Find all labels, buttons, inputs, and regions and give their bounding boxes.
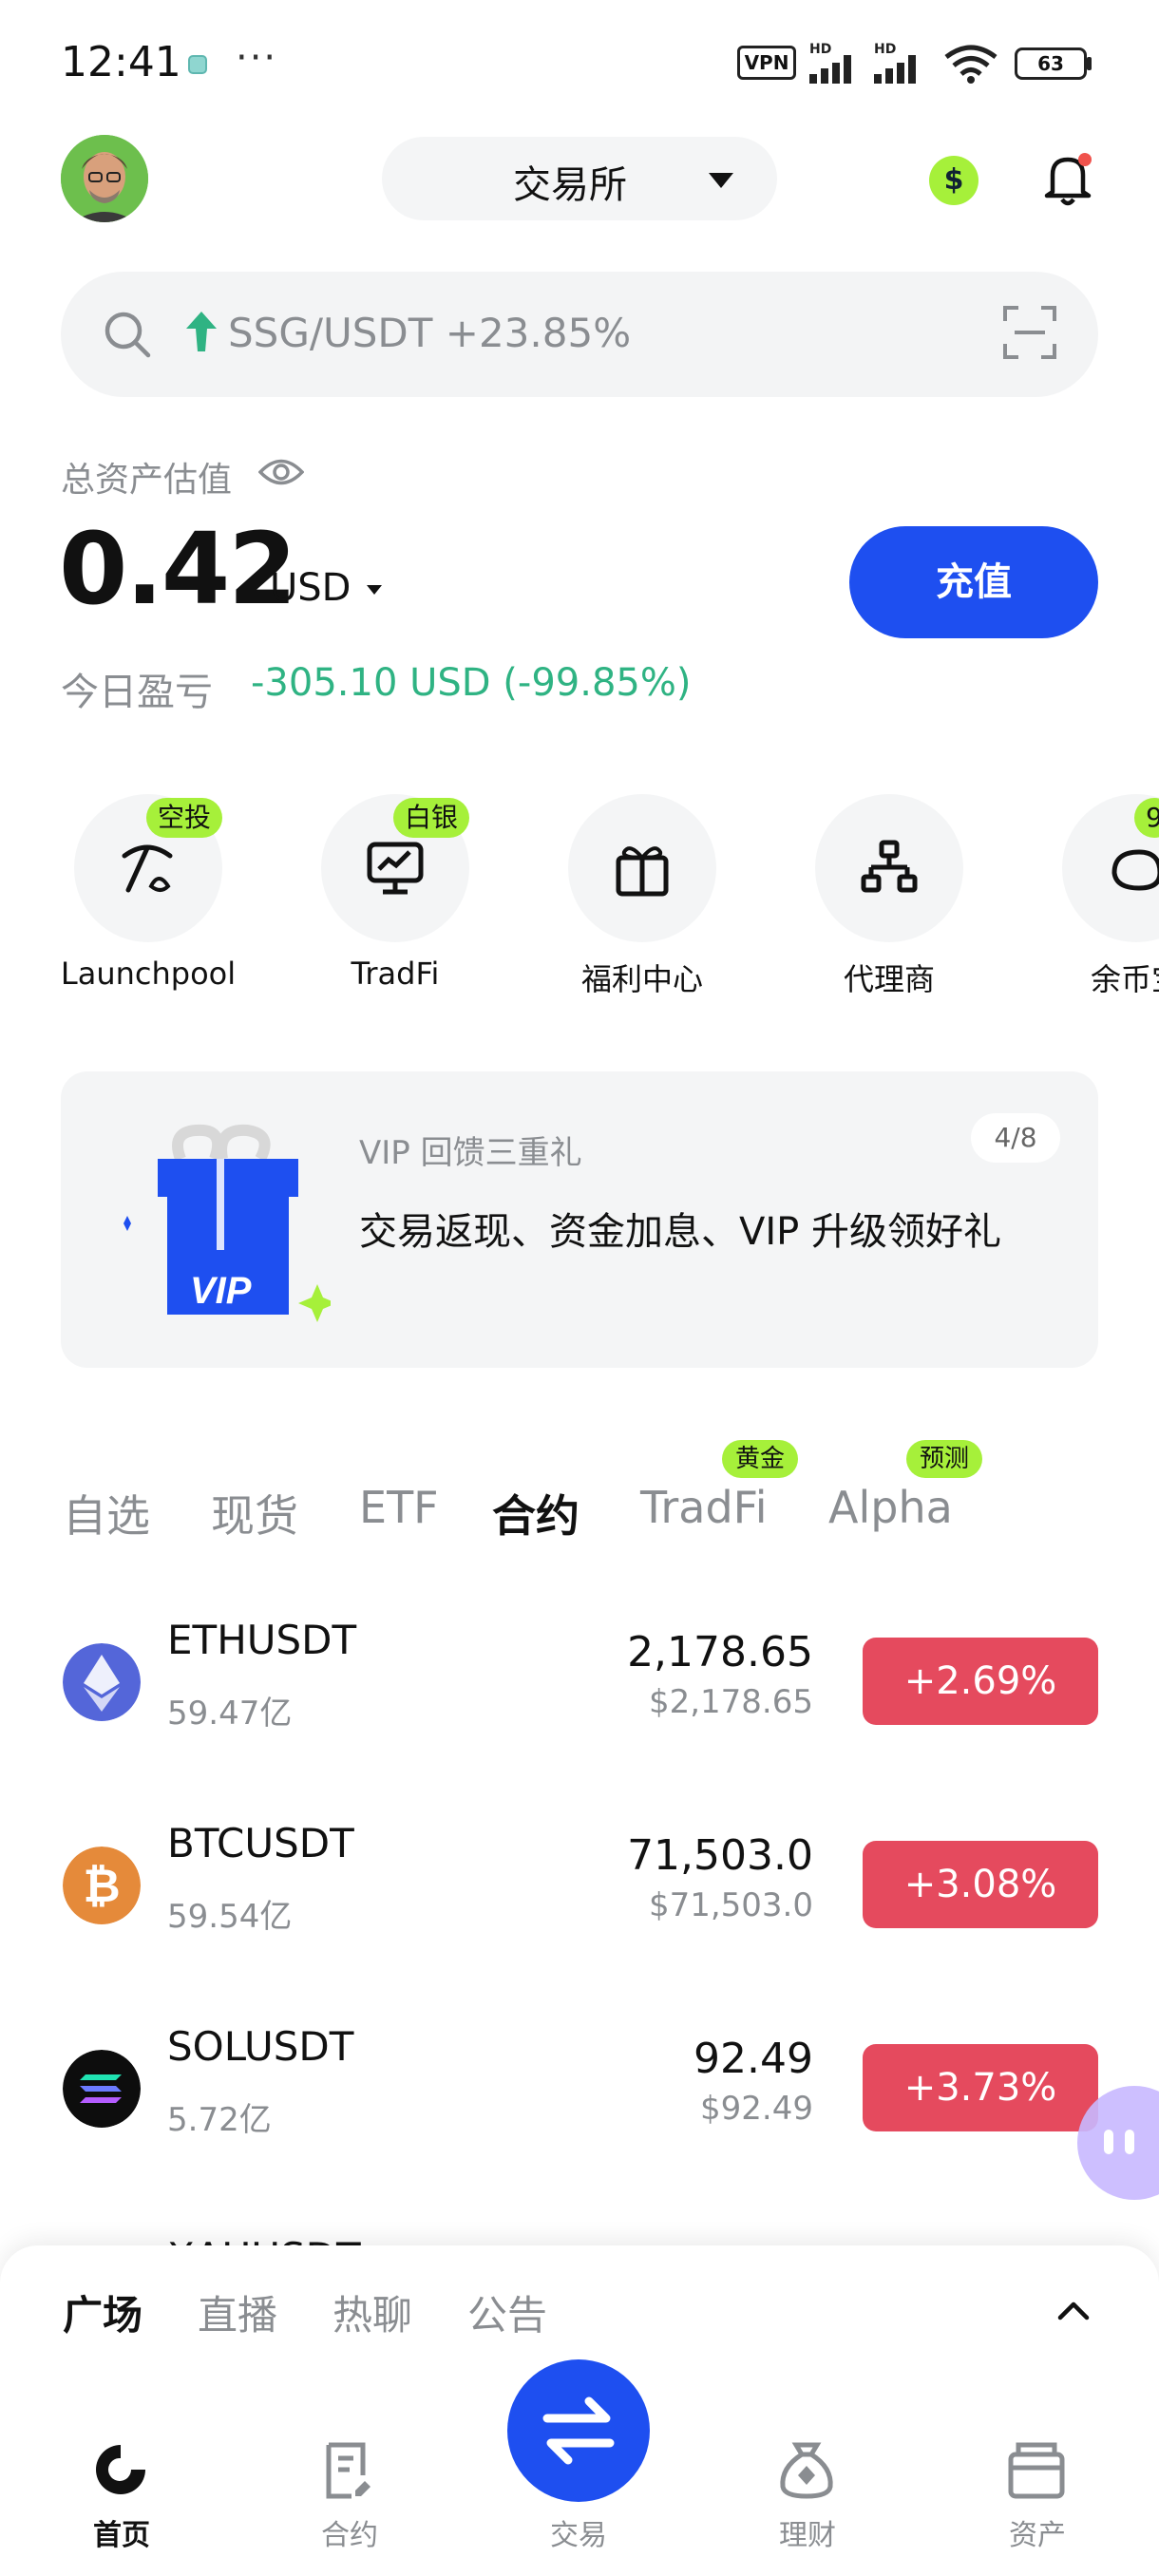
dollar-icon[interactable]: $ [929, 156, 978, 205]
row-symbol: BTCUSDT [167, 1820, 354, 1866]
eth-icon [63, 1643, 141, 1721]
tab-spot[interactable]: 现货 [211, 1482, 298, 1544]
row-change-badge[interactable]: +3.73% [863, 2044, 1098, 2131]
shortcut-label: 代理商 [843, 961, 935, 997]
wallet-icon[interactable] [1003, 2437, 1070, 2504]
tab-etf[interactable]: ETF [359, 1482, 439, 1533]
shortcut-label: 余币宝 [1090, 961, 1159, 997]
earn-bag-icon[interactable] [773, 2437, 840, 2504]
app-notification-icon [188, 55, 207, 74]
row-price-usd: $2,178.65 [648, 1683, 813, 1721]
total-assets-value: 0.42 [59, 511, 297, 627]
futures-icon[interactable] [315, 2437, 382, 2504]
row-price-usd: $92.49 [700, 2090, 813, 2128]
nav-futures-label: 合约 [321, 2519, 378, 2552]
tab-alpha[interactable]: Alpha [828, 1482, 953, 1533]
currency-selector[interactable]: USD [270, 566, 351, 610]
vpn-icon: VPN [737, 46, 796, 80]
banner-page-indicator: 4/8 [971, 1113, 1060, 1163]
search-placeholder: SSG/USDT +23.85% [228, 310, 632, 356]
bell-icon[interactable] [1039, 148, 1096, 209]
signal-icon-2 [874, 55, 916, 84]
shortcut-badge: 空投 [146, 798, 223, 838]
deposit-button[interactable]: 充值 [849, 526, 1098, 638]
tab-badge: 黄金 [722, 1440, 799, 1478]
banner-title: 交易返现、资金加息、VIP 升级领好礼 [359, 1210, 1001, 1254]
avatar[interactable] [61, 135, 148, 222]
tab-favorites[interactable]: 自选 [63, 1482, 150, 1544]
sheet-tab-square[interactable]: 广场 [63, 2283, 142, 2341]
trending-up-icon [186, 312, 217, 351]
pnl-label: 今日盈亏 [61, 671, 213, 714]
row-price: 92.49 [694, 2035, 813, 2083]
row-symbol: ETHUSDT [167, 1617, 357, 1663]
pnl-value: -305.10 USD (-99.85%) [251, 661, 692, 705]
battery-icon: 63 [1015, 47, 1087, 80]
wifi-icon [944, 45, 998, 84]
vip-text: VIP [190, 1270, 252, 1312]
sheet-tab-announcements[interactable]: 公告 [467, 2283, 547, 2341]
nav-trade-label: 交易 [550, 2519, 607, 2552]
row-price-usd: $71,503.0 [648, 1886, 813, 1924]
chat-bot-icon [1104, 2130, 1134, 2154]
swap-arrows-icon [542, 2396, 615, 2465]
signal-icon [809, 55, 851, 84]
nav-assets-label: 资产 [1009, 2519, 1066, 2552]
shortcut-label: TradFi [351, 956, 440, 992]
row-volume: 5.72亿 [167, 2101, 272, 2139]
row-price: 71,503.0 [627, 1831, 813, 1880]
nav-earn-label: 理财 [779, 2519, 836, 2552]
more-notifications-icon: ··· [236, 36, 278, 80]
tab-tradfi[interactable]: TradFi [640, 1482, 768, 1533]
org-chart-icon [815, 794, 963, 942]
gift-icon [568, 794, 716, 942]
chevron-up-icon[interactable] [1054, 2297, 1092, 2323]
sol-icon [63, 2050, 141, 2128]
shortcut-badge: 白银 [393, 798, 470, 838]
home-icon[interactable] [87, 2437, 154, 2504]
total-assets-label: 总资产估值 [61, 461, 233, 500]
tab-futures[interactable]: 合约 [492, 1482, 580, 1544]
row-volume: 59.47亿 [167, 1695, 293, 1733]
sheet-tab-hot-chat[interactable]: 热聊 [332, 2283, 412, 2341]
nav-home-label: 首页 [93, 2519, 150, 2552]
btc-icon: ₿ [63, 1847, 141, 1924]
tab-badge: 预测 [906, 1440, 983, 1478]
svg-text:₿: ₿ [83, 1860, 120, 1913]
exchange-label: 交易所 [513, 163, 627, 207]
banner-subtitle: VIP 回馈三重礼 [359, 1134, 582, 1172]
search-icon [104, 312, 151, 358]
currency-caret-icon [367, 585, 382, 595]
scan-icon[interactable] [1001, 304, 1058, 361]
row-change-badge[interactable]: +3.08% [863, 1841, 1098, 1928]
battery-tip [1087, 57, 1092, 70]
vip-gift-illustration: VIP [124, 1124, 331, 1322]
row-change-badge[interactable]: +2.69% [863, 1638, 1098, 1725]
row-volume: 59.54亿 [167, 1898, 293, 1936]
status-time: 12:41 [61, 38, 181, 86]
eye-icon[interactable] [258, 454, 304, 490]
shortcut-label: 福利中心 [580, 961, 703, 997]
sheet-tab-live[interactable]: 直播 [198, 2283, 277, 2341]
row-symbol: SOLUSDT [167, 2023, 354, 2070]
shortcut-label: Launchpool [60, 956, 237, 992]
caret-down-icon [709, 173, 733, 188]
row-price: 2,178.65 [627, 1628, 813, 1676]
